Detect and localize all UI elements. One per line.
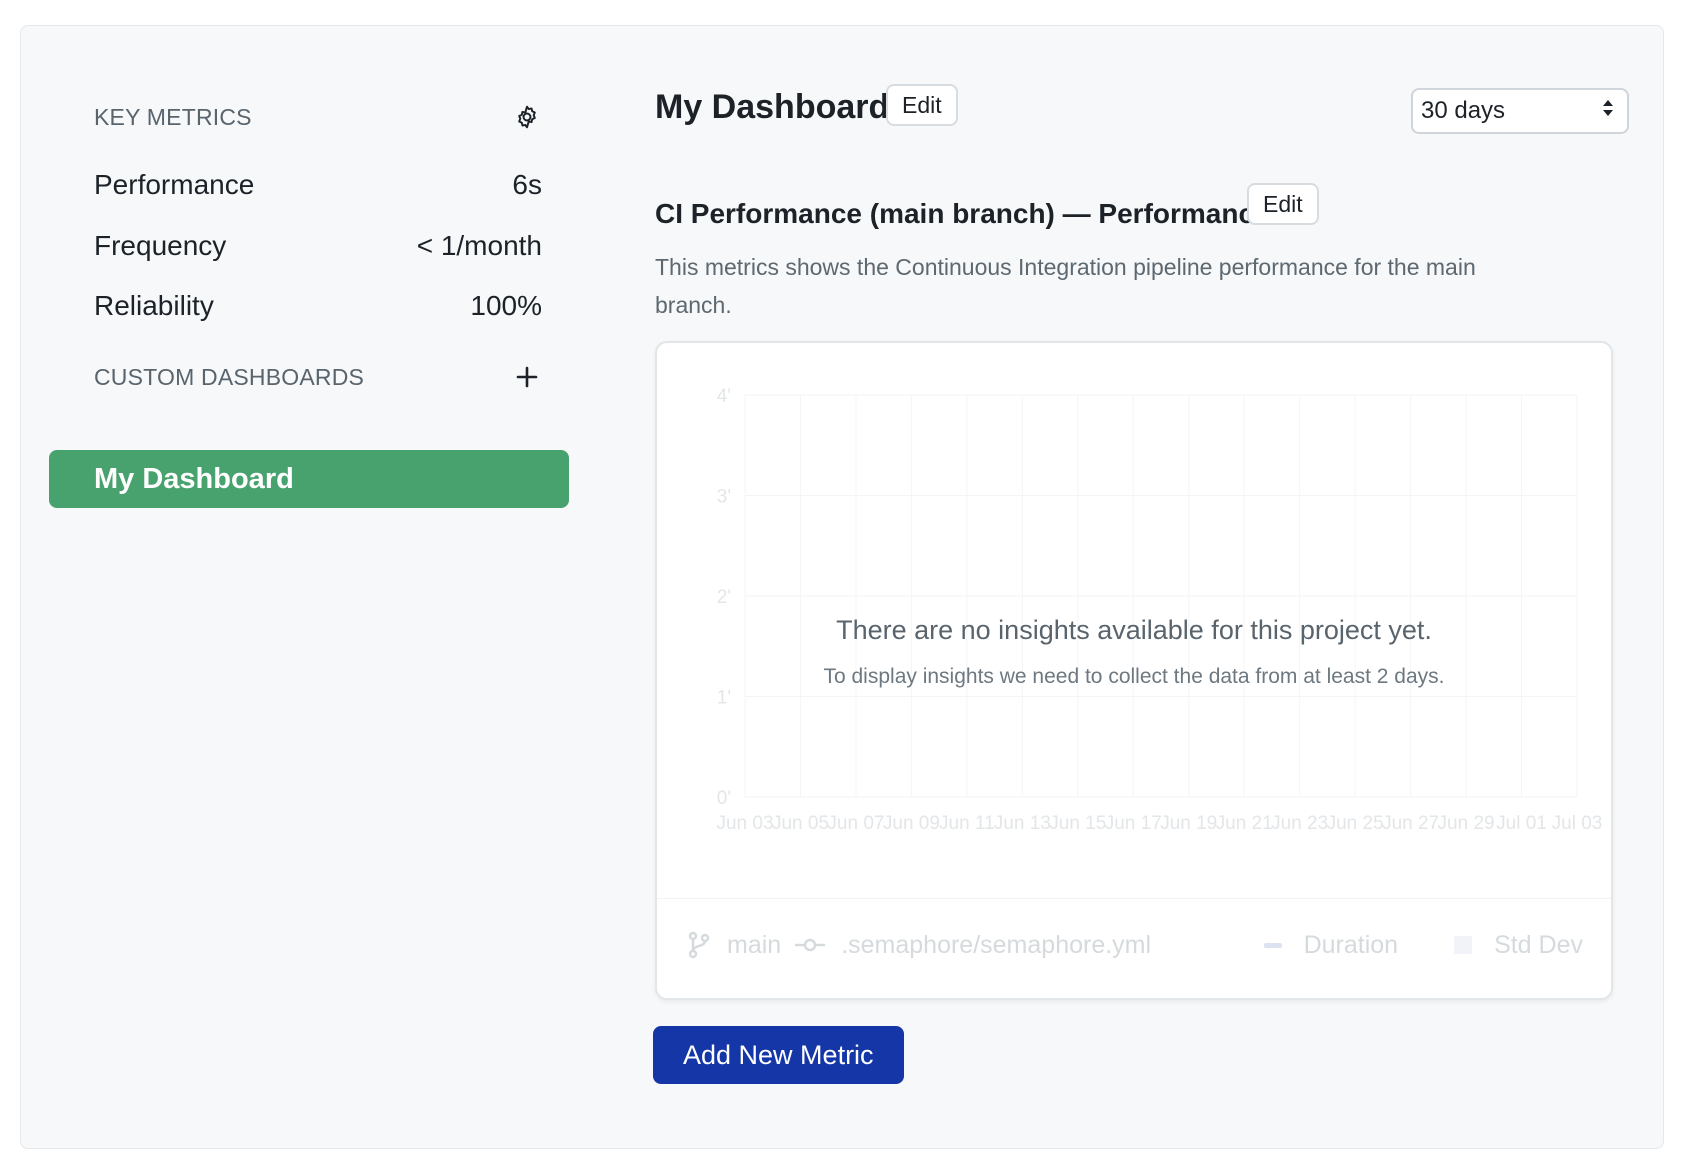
add-dashboard-plus-icon[interactable]: [512, 362, 542, 392]
sidebar-item-my-dashboard[interactable]: My Dashboard: [49, 450, 569, 508]
pipeline-filter[interactable]: .semaphore/semaphore.yml: [795, 931, 1151, 960]
x-tick-label: Jun 27: [1382, 813, 1439, 834]
add-new-metric-button[interactable]: Add New Metric: [653, 1026, 904, 1084]
metric-value: 100%: [470, 290, 542, 321]
sidebar: KEY METRICS Performance 6s Frequency < 1…: [21, 26, 581, 1148]
metric-description: This metrics shows the Continuous Integr…: [655, 254, 1476, 318]
branch-name: main: [727, 930, 782, 959]
pipeline-file: .semaphore/semaphore.yml: [841, 930, 1152, 959]
select-arrows-icon: [1601, 97, 1615, 125]
custom-dashboards-heading: CUSTOM DASHBOARDS: [94, 363, 365, 390]
x-tick-label: Jun 11: [939, 813, 995, 834]
settings-gear-icon[interactable]: [512, 102, 542, 132]
x-tick-label: Jun 17: [1105, 813, 1162, 834]
x-tick-label: Jul 03: [1552, 813, 1603, 834]
x-tick-label: Jun 19: [1160, 813, 1217, 834]
key-metrics-heading: KEY METRICS: [94, 103, 252, 130]
x-tick-label: Jun 05: [772, 813, 829, 834]
metric-label: Performance: [94, 169, 255, 200]
y-tick-label: 0': [717, 788, 731, 809]
metric-label: Frequency: [94, 230, 227, 261]
chart-footer: main .semaphore/semaphore.yml Duration S…: [687, 915, 1583, 975]
edit-metric-button[interactable]: Edit: [1247, 183, 1319, 225]
legend-item-std-dev[interactable]: Std Dev: [1454, 931, 1583, 960]
metric-row-frequency[interactable]: Frequency < 1/month: [94, 230, 542, 262]
x-tick-label: Jun 09: [883, 813, 940, 834]
x-tick-label: Jun 25: [1327, 813, 1384, 834]
legend-swatch-std-dev: [1454, 936, 1473, 954]
y-tick-label: 3': [717, 487, 731, 508]
metric-row-reliability[interactable]: Reliability 100%: [94, 290, 542, 322]
x-tick-label: Jun 13: [994, 813, 1051, 834]
x-tick-label: Jun 23: [1271, 813, 1328, 834]
x-tick-label: Jul 01: [1496, 813, 1547, 834]
date-range-select[interactable]: 30 days: [1411, 88, 1629, 134]
commit-icon: [795, 938, 826, 952]
edit-dashboard-button[interactable]: Edit: [886, 84, 958, 126]
metric-row-performance[interactable]: Performance 6s: [94, 169, 542, 201]
legend-label: Duration: [1303, 930, 1399, 959]
metric-value: 6s: [512, 169, 542, 200]
git-branch-icon: [688, 931, 710, 959]
chart-divider: [657, 898, 1611, 899]
branch-filter[interactable]: main: [687, 931, 781, 960]
metric-value: < 1/month: [416, 230, 542, 261]
x-tick-label: Jun 03: [716, 813, 773, 834]
x-tick-label: Jun 15: [1049, 813, 1106, 834]
empty-state-subtitle: To display insights we need to collect t…: [823, 665, 1445, 688]
main-content: My Dashboard Edit 30 days CI Performance…: [653, 26, 1635, 1148]
x-tick-label: Jun 07: [827, 813, 884, 834]
page-title: My Dashboard: [655, 88, 890, 126]
custom-dashboards-header: CUSTOM DASHBOARDS: [94, 362, 542, 392]
key-metrics-header: KEY METRICS: [94, 102, 542, 132]
y-tick-label: 4': [717, 386, 731, 407]
dashboard-panel: KEY METRICS Performance 6s Frequency < 1…: [20, 25, 1664, 1149]
legend-label: Std Dev: [1494, 930, 1583, 959]
x-tick-label: Jun 29: [1438, 813, 1495, 834]
date-range-value: 30 days: [1421, 97, 1506, 124]
sidebar-item-label: My Dashboard: [94, 462, 294, 495]
metric-label: Reliability: [94, 290, 214, 321]
x-tick-label: Jun 21: [1216, 813, 1273, 834]
chart-card: 0' 1' 2' 3' 4' Jun 03 Jun 05 Jun 07 Jun 09 Jun 11…: [655, 341, 1613, 1000]
y-tick-label: 2': [717, 587, 731, 608]
empty-state-title: There are no insights available for this…: [836, 615, 1432, 645]
legend-item-duration[interactable]: Duration: [1263, 930, 1399, 960]
legend-swatch-duration: [1263, 942, 1282, 948]
y-tick-label: 1': [717, 688, 731, 709]
metric-title: CI Performance (main branch) — Performan…: [655, 198, 1270, 229]
